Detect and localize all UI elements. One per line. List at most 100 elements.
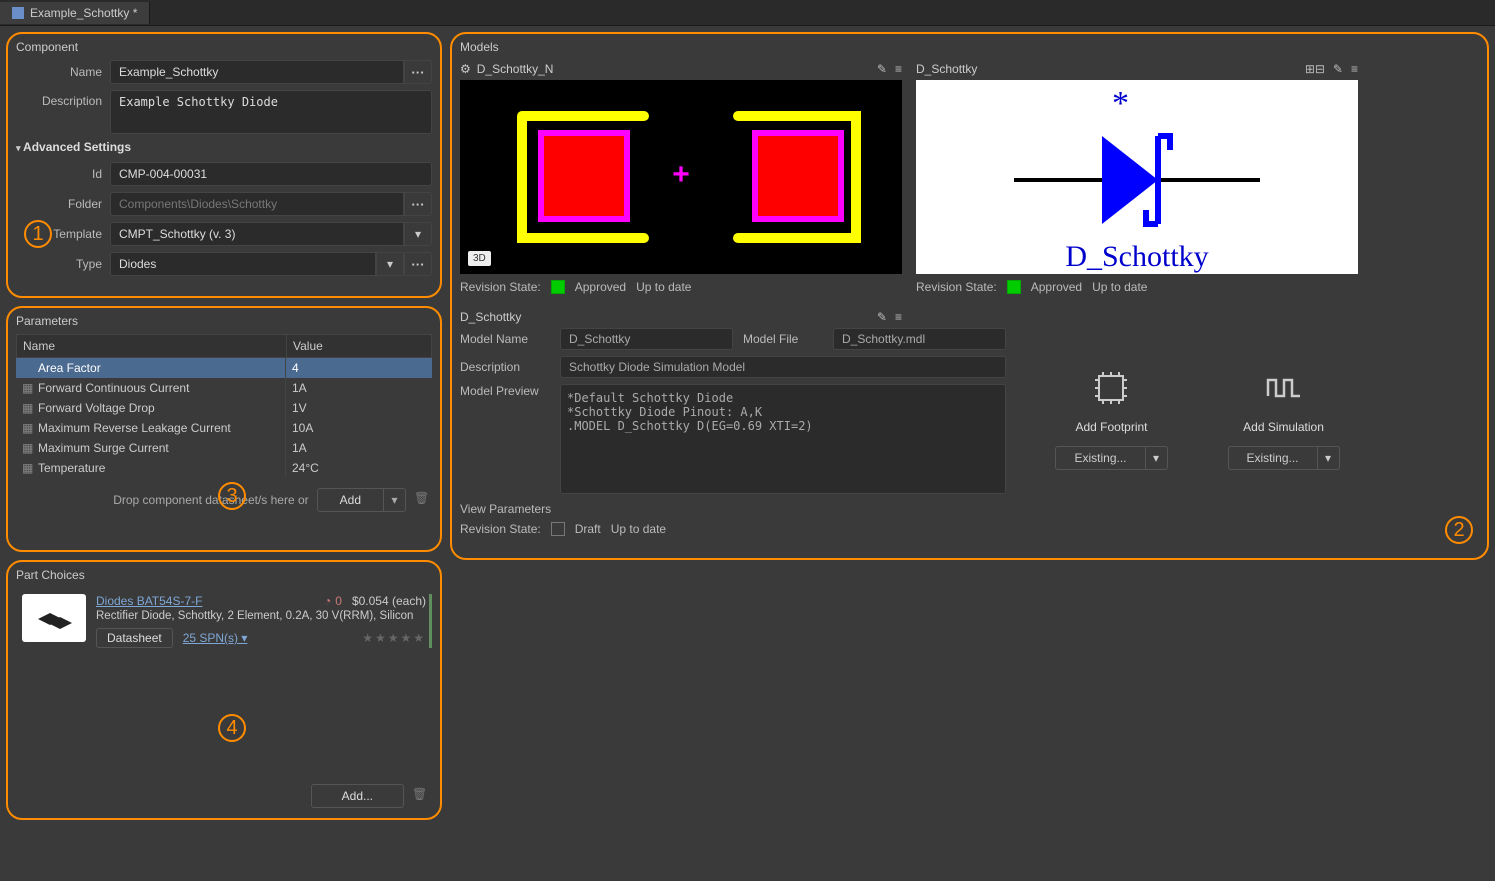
rev-state-uptodate: Up to date — [636, 280, 691, 294]
part-choices-panel: Part Choices 4 Diodes BAT54S-7-F ◔ 0 $0.… — [6, 560, 442, 820]
menu-icon[interactable]: ≡ — [895, 310, 902, 324]
parameters-col-value[interactable]: Value — [287, 335, 431, 357]
parameter-row[interactable]: ▦Forward Continuous Current1A — [16, 378, 432, 398]
component-panel-title: Component — [16, 40, 432, 54]
add-simulation-existing[interactable]: Existing...▾ — [1228, 446, 1340, 470]
stock-icon: ◔ — [324, 594, 331, 608]
folder-label: Folder — [16, 197, 102, 211]
folder-input[interactable] — [110, 192, 404, 216]
models-panel: Models 2 ⚙ D_Schottky_N ✎ ≡ — [450, 32, 1489, 560]
add-part-button[interactable]: Add... — [311, 784, 404, 808]
parameters-header: Name Value — [16, 334, 432, 358]
rev-state-uptodate: Up to date — [611, 522, 666, 536]
view-parameters-link[interactable]: View Parameters — [460, 502, 902, 516]
datasheet-button[interactable]: Datasheet — [96, 628, 173, 648]
description-label: Description — [16, 90, 102, 108]
edit-icon[interactable]: ✎ — [1333, 62, 1343, 76]
spn-link[interactable]: 25 SPN(s) ▾ — [183, 631, 248, 645]
template-select[interactable] — [110, 222, 404, 246]
name-ellipsis-button[interactable]: ··· — [404, 60, 432, 84]
component-panel: Component 1 Name ··· Description Example… — [6, 32, 442, 298]
type-dropdown-caret[interactable]: ▾ — [376, 252, 404, 276]
rev-state-label: Revision State: — [460, 280, 541, 294]
rev-state-approved: Approved — [1031, 280, 1082, 294]
add-footprint-existing[interactable]: Existing...▾ — [1055, 446, 1167, 470]
parameters-body: Area Factor4▦Forward Continuous Current1… — [16, 358, 432, 478]
footprint-canvas[interactable]: + 1 2 3D — [460, 80, 902, 274]
part-card[interactable]: Diodes BAT54S-7-F ◔ 0 $0.054 (each) Rect… — [16, 588, 432, 654]
part-choices-panel-title: Part Choices — [16, 568, 432, 582]
add-simulation-tile: Add Simulation Existing...▾ — [1228, 368, 1340, 470]
add-parameter-caret[interactable]: ▾ — [384, 488, 406, 512]
name-input[interactable] — [110, 60, 404, 84]
part-price: $0.054 (each) — [352, 594, 426, 608]
type-label: Type — [16, 257, 102, 271]
badge-1: 1 — [24, 220, 52, 248]
part-link[interactable]: Diodes BAT54S-7-F — [96, 594, 202, 608]
edit-icon[interactable]: ✎ — [877, 62, 887, 76]
description-input[interactable]: Example Schottky Diode — [110, 90, 432, 134]
add-footprint-tile: Add Footprint Existing...▾ — [1055, 368, 1167, 470]
svg-text:*: * — [1112, 85, 1129, 122]
parameter-row[interactable]: ▦Maximum Reverse Leakage Current10A — [16, 418, 432, 438]
model-preview-label: Model Preview — [460, 384, 550, 398]
parameters-col-name[interactable]: Name — [17, 335, 287, 357]
tab-title: Example_Schottky * — [30, 6, 137, 20]
template-dropdown-caret[interactable]: ▾ — [404, 222, 432, 246]
type-select[interactable] — [110, 252, 376, 276]
id-label: Id — [16, 167, 102, 181]
gear-icon: ⚙ — [460, 62, 471, 76]
simulation-model-panel: D_Schottky ✎ ≡ Model Name Model File Des — [460, 308, 902, 536]
model-name-label: Model Name — [460, 332, 550, 346]
advanced-settings-toggle[interactable]: Advanced Settings — [16, 140, 432, 154]
rev-state-label: Revision State: — [916, 280, 997, 294]
name-label: Name — [16, 65, 102, 79]
component-icon — [12, 7, 24, 19]
folder-ellipsis-button[interactable]: ··· — [404, 192, 432, 216]
rev-state-label: Revision State: — [460, 522, 541, 536]
footprint-preview: ⚙ D_Schottky_N ✎ ≡ — [460, 60, 902, 294]
rev-state-indicator — [1007, 280, 1021, 294]
parameter-row[interactable]: ▦Maximum Surge Current1A — [16, 438, 432, 458]
type-ellipsis-button[interactable]: ··· — [404, 252, 432, 276]
stock-value: 0 — [335, 594, 342, 608]
trash-icon[interactable]: 🗑 — [414, 491, 432, 509]
rev-state-approved: Approved — [575, 280, 626, 294]
parameter-row[interactable]: ▦Temperature24°C — [16, 458, 432, 478]
edit-icon[interactable]: ✎ — [877, 310, 887, 324]
simulation-icon — [1264, 368, 1304, 408]
menu-icon[interactable]: ≡ — [1351, 62, 1358, 76]
footprint-icon — [1091, 368, 1131, 408]
model-name-input[interactable] — [560, 328, 733, 350]
model-file-label: Model File — [743, 332, 823, 346]
rev-state-draft: Draft — [575, 522, 601, 536]
svg-text:+: + — [672, 158, 690, 191]
3d-toggle[interactable]: 3D — [468, 251, 491, 266]
id-input[interactable] — [110, 162, 432, 186]
models-panel-title: Models — [460, 40, 1479, 54]
add-simulation-label: Add Simulation — [1243, 420, 1324, 434]
symbol-preview: D_Schottky ⊞⊟ ✎ ≡ * — [916, 60, 1358, 294]
part-thumbnail — [22, 594, 86, 642]
menu-icon[interactable]: ≡ — [895, 62, 902, 76]
sim-title: D_Schottky — [460, 310, 521, 324]
parameter-row[interactable]: Area Factor4 — [16, 358, 432, 378]
datasheet-drop-hint: Drop component datasheet/s here or — [113, 493, 308, 507]
rev-state-indicator — [551, 522, 565, 536]
rev-state-uptodate: Up to date — [1092, 280, 1147, 294]
symbol-canvas[interactable]: * D_Schottky — [916, 80, 1358, 274]
part-rating[interactable]: ★★★★★ — [362, 631, 426, 645]
part-description: Rectifier Diode, Schottky, 2 Element, 0.… — [96, 608, 426, 624]
add-parameter-button[interactable]: Add — [317, 488, 384, 512]
part-availability-bar — [429, 594, 432, 648]
badge-3: 3 — [218, 482, 246, 510]
badge-4: 4 — [218, 714, 246, 742]
parameters-panel: Parameters 3 Name Value Area Factor4▦For… — [6, 306, 442, 552]
footprint-title: D_Schottky_N — [477, 62, 554, 76]
pinmap-icon[interactable]: ⊞⊟ — [1305, 62, 1325, 76]
tab-example-schottky[interactable]: Example_Schottky * — [0, 2, 150, 24]
parameters-panel-title: Parameters — [16, 314, 432, 328]
part-trash-icon[interactable]: 🗑 — [412, 787, 430, 805]
add-footprint-label: Add Footprint — [1075, 420, 1147, 434]
parameter-row[interactable]: ▦Forward Voltage Drop1V — [16, 398, 432, 418]
